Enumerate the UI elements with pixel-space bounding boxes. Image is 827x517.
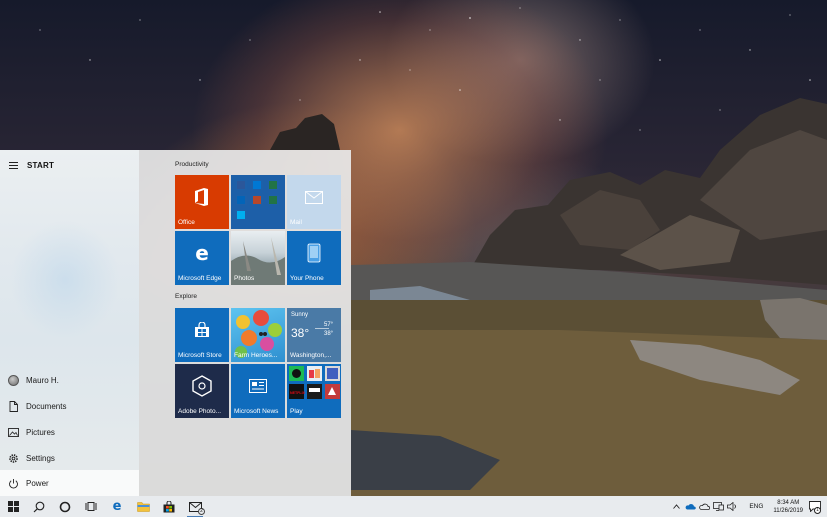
- tile-label: Adobe Photo...: [178, 408, 222, 415]
- tile-label: Washington,...: [290, 352, 332, 359]
- store-icon: [163, 500, 175, 512]
- tile-office-apps-folder[interactable]: [231, 175, 285, 229]
- tile-play-folder[interactable]: NETFLIX Play: [287, 364, 341, 418]
- power-icon: [0, 470, 26, 496]
- account-name: Mauro H.: [26, 375, 59, 385]
- office-icon: [175, 175, 229, 219]
- tile-label: Farm Heroes...: [234, 352, 278, 359]
- cortana-icon: [59, 501, 71, 512]
- power-label: Power: [26, 478, 49, 488]
- weather-temp: 38°: [291, 326, 310, 340]
- tile-weather[interactable]: Sunny 38° 57° 38° Washington,...: [287, 308, 341, 362]
- tile-your-phone[interactable]: Your Phone: [287, 231, 341, 285]
- office-apps-grid-icon: [236, 180, 279, 220]
- file-explorer-icon: [136, 502, 150, 512]
- onedrive-icon[interactable]: [684, 496, 696, 517]
- tile-label: Mail: [290, 219, 302, 226]
- taskbar-file-explorer[interactable]: [130, 496, 156, 517]
- clock-time: 8:34 AM: [777, 499, 800, 506]
- phone-icon: [287, 231, 341, 275]
- pictures-label: Pictures: [26, 427, 55, 437]
- taskbar-mail[interactable]: 2: [182, 496, 208, 517]
- action-center-button[interactable]: 1: [807, 496, 823, 517]
- clock-date: 11/26/2019: [773, 507, 803, 514]
- tile-label: Office: [178, 219, 195, 226]
- start-title: START: [27, 160, 55, 170]
- weather-condition: Sunny: [291, 312, 309, 318]
- netflix-text: NETFLIX: [290, 391, 305, 395]
- hamburger-menu-icon[interactable]: [0, 156, 26, 174]
- show-hidden-icons-chevron-icon[interactable]: [670, 496, 682, 517]
- start-menu: START Mauro H. Documents Pictures Settin…: [0, 150, 351, 496]
- tile-farm-heroes[interactable]: Farm Heroes...: [231, 308, 285, 362]
- group-title-productivity: Productivity: [175, 161, 209, 168]
- start-button[interactable]: [0, 496, 26, 517]
- play-apps-grid: [289, 366, 340, 399]
- search-button[interactable]: [26, 496, 52, 517]
- document-icon: [0, 393, 26, 419]
- start-header: START: [0, 156, 139, 174]
- taskbar-store[interactable]: [156, 496, 182, 517]
- news-icon: [231, 364, 285, 408]
- tile-microsoft-news[interactable]: Microsoft News: [231, 364, 285, 418]
- windows-logo-icon: [7, 501, 19, 512]
- weather-divider: [315, 328, 329, 329]
- tile-label: Play: [290, 408, 303, 415]
- task-view-icon: [85, 502, 97, 511]
- search-icon: [33, 501, 45, 512]
- settings-label: Settings: [26, 453, 55, 463]
- cortana-button[interactable]: [52, 496, 78, 517]
- tile-label: Microsoft Store: [178, 352, 222, 359]
- clock[interactable]: 8:34 AM 11/26/2019: [773, 499, 803, 515]
- network-icon[interactable]: [712, 496, 724, 517]
- notification-count: 1: [814, 507, 821, 514]
- taskbar-edge[interactable]: e: [104, 496, 130, 517]
- taskbar: e 2 ENG 8:34 AM 11/26/2019 1: [0, 496, 827, 517]
- rail-item-settings[interactable]: Settings: [0, 445, 139, 471]
- gear-icon: [0, 445, 26, 471]
- onedrive-personal-icon[interactable]: [698, 496, 710, 517]
- photoshop-icon: [175, 364, 229, 408]
- mail-badge: 2: [198, 508, 205, 515]
- tile-label: Photos: [234, 275, 255, 282]
- rail-item-power[interactable]: Power: [0, 470, 139, 496]
- mail-envelope-icon: [287, 175, 341, 219]
- tile-office[interactable]: Office: [175, 175, 229, 229]
- tile-label: Your Phone: [290, 275, 324, 282]
- rail-item-account[interactable]: Mauro H.: [0, 367, 139, 393]
- store-bag-icon: [175, 308, 229, 352]
- language-indicator[interactable]: ENG: [749, 503, 763, 510]
- tile-adobe-photoshop[interactable]: Adobe Photo...: [175, 364, 229, 418]
- user-avatar: [0, 367, 26, 393]
- system-tray: ENG 8:34 AM 11/26/2019 1: [669, 496, 827, 517]
- volume-icon[interactable]: [726, 496, 738, 517]
- group-title-explore: Explore: [175, 293, 198, 300]
- edge-logo-icon: e: [195, 241, 209, 265]
- tile-mail[interactable]: Mail: [287, 175, 341, 229]
- task-view-button[interactable]: [78, 496, 104, 517]
- tile-microsoft-edge[interactable]: e Microsoft Edge: [175, 231, 229, 285]
- edge-icon: e: [112, 499, 122, 514]
- weather-high: 57°: [324, 322, 334, 328]
- weather-low: 38°: [324, 331, 334, 337]
- documents-label: Documents: [26, 401, 67, 411]
- pictures-icon: [0, 419, 26, 445]
- rail-item-documents[interactable]: Documents: [0, 393, 139, 419]
- rail-item-pictures[interactable]: Pictures: [0, 419, 139, 445]
- tile-photos[interactable]: Photos: [231, 231, 285, 285]
- tile-label: Microsoft News: [234, 408, 279, 415]
- tile-microsoft-store[interactable]: Microsoft Store: [175, 308, 229, 362]
- start-rail: START Mauro H. Documents Pictures Settin…: [0, 150, 139, 496]
- tile-label: Microsoft Edge: [178, 275, 222, 282]
